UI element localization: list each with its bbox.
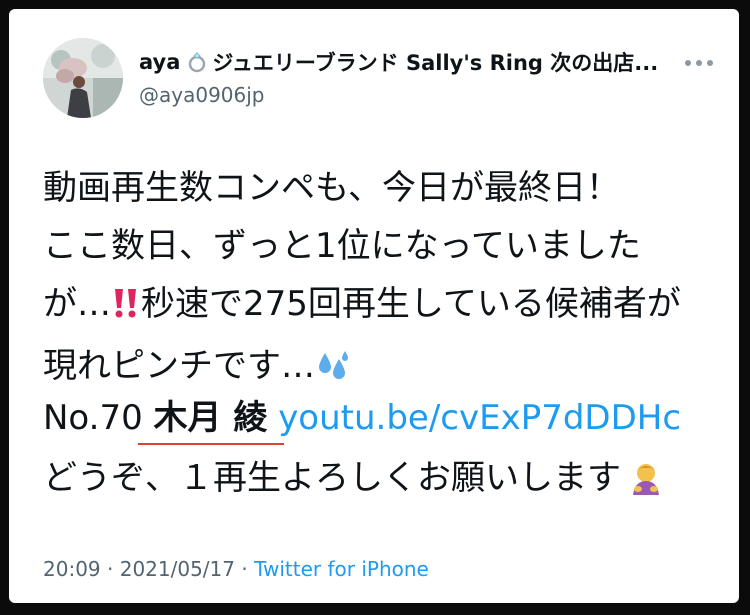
tweet-card: aya ジュエリーブランド Sally's Ring 次の出店... @aya0… bbox=[9, 9, 739, 603]
more-dots-icon bbox=[685, 60, 713, 66]
bowing-person-icon bbox=[627, 459, 665, 497]
outro-text: どうぞ、１再生よろしくお願いします bbox=[43, 458, 621, 498]
tweet-date[interactable]: 2021/05/17 bbox=[120, 557, 235, 581]
meta-separator: · bbox=[107, 557, 114, 581]
tweet-line-fragment: が… bbox=[43, 284, 111, 324]
ring-icon bbox=[186, 51, 208, 73]
tweet-meta: 20:09 · 2021/05/17 · Twitter for iPhone bbox=[43, 557, 429, 581]
tweet-outro: どうぞ、１再生よろしくお願いします bbox=[43, 449, 665, 507]
video-link[interactable]: youtu.be/cvExP7dDDHc bbox=[278, 398, 681, 438]
tweet-line: ここ数日、ずっと1位になっていました bbox=[43, 226, 641, 266]
tweet-line-fragment: 現れピンチです… bbox=[43, 346, 315, 386]
avatar[interactable] bbox=[43, 38, 123, 118]
tweet-time[interactable]: 20:09 bbox=[43, 557, 101, 581]
tweet-header: aya ジュエリーブランド Sally's Ring 次の出店... @aya0… bbox=[139, 47, 699, 107]
candidate-reference: No.70 木月 綾 youtu.be/cvExP7dDDHc bbox=[43, 389, 681, 447]
tweet-source[interactable]: Twitter for iPhone bbox=[254, 557, 429, 581]
tweet-line-fragment: 秒速で275回再生している候補者が bbox=[141, 284, 681, 324]
double-exclamation-icon bbox=[111, 279, 141, 337]
candidate-name: 木月 綾 bbox=[153, 398, 268, 438]
candidate-number: No.70 bbox=[43, 398, 143, 438]
tweet-line: 動画再生数コンペも、今日が最終日！ bbox=[43, 168, 620, 208]
display-name[interactable]: aya ジュエリーブランド Sally's Ring 次の出店... bbox=[139, 47, 699, 77]
meta-separator: · bbox=[241, 557, 248, 581]
tweet-text: 動画再生数コンペも、今日が最終日！ ここ数日、ずっと1位になっていました が… 秒… bbox=[43, 159, 733, 399]
author-name: aya bbox=[139, 50, 181, 74]
tweet-line: が… 秒速で275回再生している候補者が bbox=[43, 275, 733, 337]
more-button[interactable] bbox=[681, 49, 717, 77]
author-name-suffix: ジュエリーブランド Sally's Ring 次の出店... bbox=[212, 51, 659, 75]
profile-photo bbox=[43, 38, 123, 118]
name-underline bbox=[138, 443, 284, 445]
author-handle[interactable]: @aya0906jp bbox=[139, 83, 699, 107]
